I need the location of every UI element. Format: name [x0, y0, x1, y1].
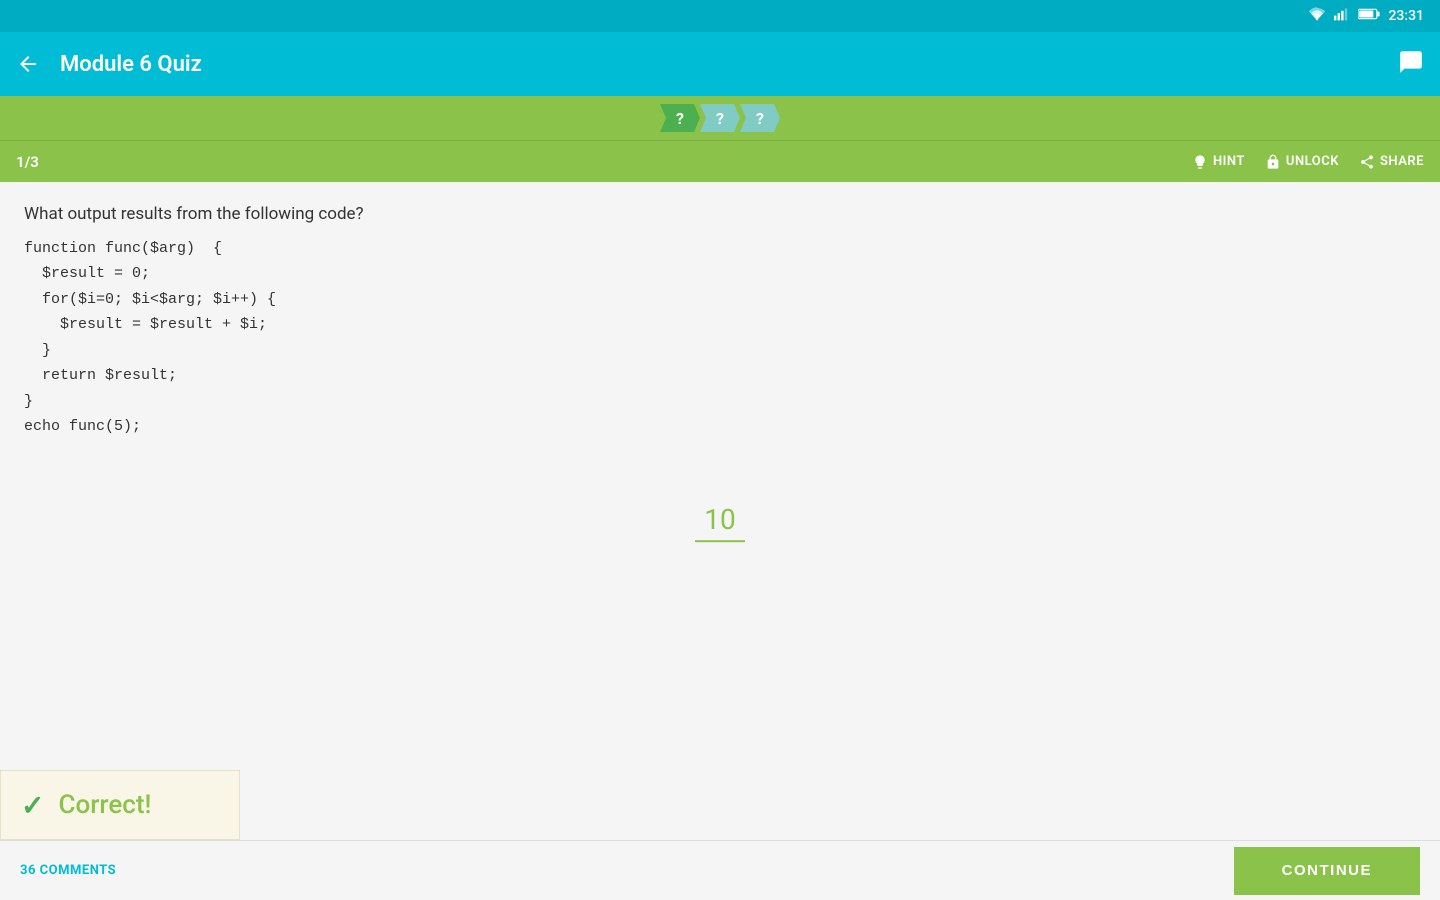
- time-display: 23:31: [1388, 8, 1424, 24]
- bottom-bar: 36 COMMENTS CONTINUE: [0, 840, 1440, 900]
- wifi-icon: [1308, 7, 1326, 25]
- content-wrapper: What output results from the following c…: [0, 182, 1440, 900]
- back-button[interactable]: [16, 52, 40, 76]
- code-block: function func($arg) { $result = 0; for($…: [24, 236, 1416, 440]
- checkmark-icon: ✓: [21, 789, 44, 822]
- status-bar: 23:31: [0, 0, 1440, 32]
- quiz-toolbar: 1/3 HINT UNLOCK SHARE: [0, 140, 1440, 182]
- battery-icon: [1358, 8, 1380, 24]
- signal-icon: [1334, 7, 1350, 25]
- hint-button[interactable]: HINT: [1192, 154, 1245, 170]
- comments-link[interactable]: 36 COMMENTS: [20, 863, 116, 878]
- chat-icon[interactable]: [1398, 49, 1424, 79]
- share-icon: [1359, 154, 1375, 170]
- progress-step-2: ?: [700, 104, 740, 132]
- progress-step-3: ?: [740, 104, 780, 132]
- lock-icon: [1265, 154, 1281, 170]
- step-badge-2: ?: [700, 104, 740, 132]
- hint-icon: [1192, 154, 1208, 170]
- question-prompt: What output results from the following c…: [24, 202, 1416, 228]
- correct-banner: ✓ Correct!: [0, 770, 240, 840]
- continue-button[interactable]: CONTINUE: [1234, 847, 1420, 895]
- unlock-button[interactable]: UNLOCK: [1265, 154, 1339, 170]
- step-badge-1: ?: [660, 104, 700, 132]
- correct-text: Correct!: [58, 790, 151, 820]
- answer-value: 10: [695, 503, 745, 542]
- app-bar: Module 6 Quiz: [0, 32, 1440, 96]
- toolbar-actions: HINT UNLOCK SHARE: [1192, 154, 1424, 170]
- main-content: What output results from the following c…: [0, 182, 1440, 840]
- share-button[interactable]: SHARE: [1359, 154, 1424, 170]
- progress-step-1: ?: [660, 104, 700, 132]
- answer-area: 10: [695, 503, 745, 542]
- progress-area: ? ? ?: [0, 96, 1440, 140]
- step-badge-3: ?: [740, 104, 780, 132]
- app-title: Module 6 Quiz: [60, 52, 1378, 77]
- question-counter: 1/3: [16, 153, 39, 171]
